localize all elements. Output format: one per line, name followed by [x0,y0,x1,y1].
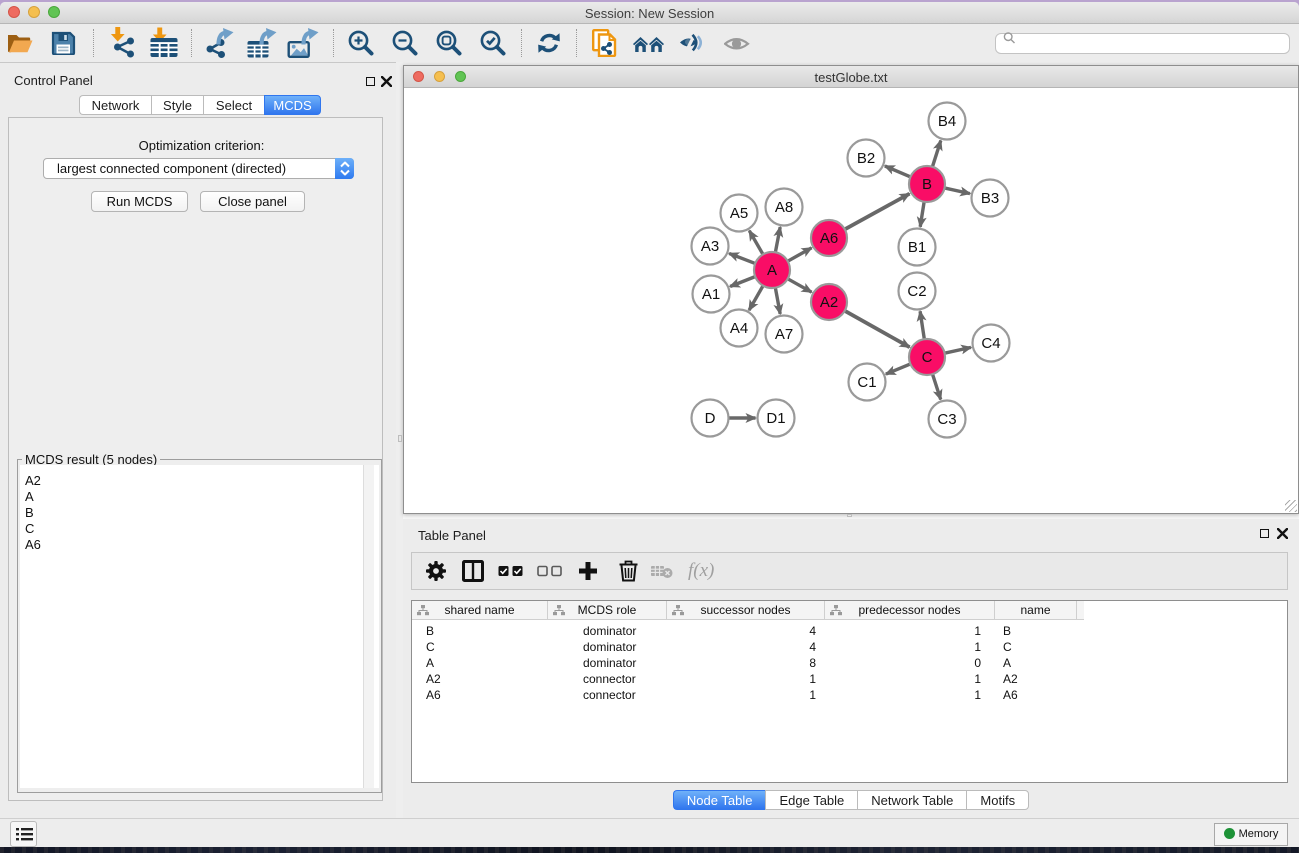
svg-text:C: C [922,349,933,366]
svg-text:B2: B2 [857,150,875,167]
svg-text:B1: B1 [908,239,926,256]
svg-text:C1: C1 [857,374,876,391]
svg-text:B: B [922,176,932,193]
svg-text:A8: A8 [775,199,793,216]
svg-text:A1: A1 [702,286,720,303]
svg-text:C4: C4 [981,335,1000,352]
svg-text:B3: B3 [981,190,999,207]
svg-text:D1: D1 [766,410,785,427]
svg-text:A2: A2 [820,294,838,311]
svg-text:C3: C3 [937,411,956,428]
svg-text:A4: A4 [730,320,748,337]
svg-text:D: D [705,410,716,427]
svg-text:C2: C2 [907,283,926,300]
svg-text:A7: A7 [775,326,793,343]
svg-text:A: A [767,262,777,279]
svg-text:A3: A3 [701,238,719,255]
svg-text:A6: A6 [820,230,838,247]
svg-text:B4: B4 [938,113,956,130]
svg-text:A5: A5 [730,205,748,222]
